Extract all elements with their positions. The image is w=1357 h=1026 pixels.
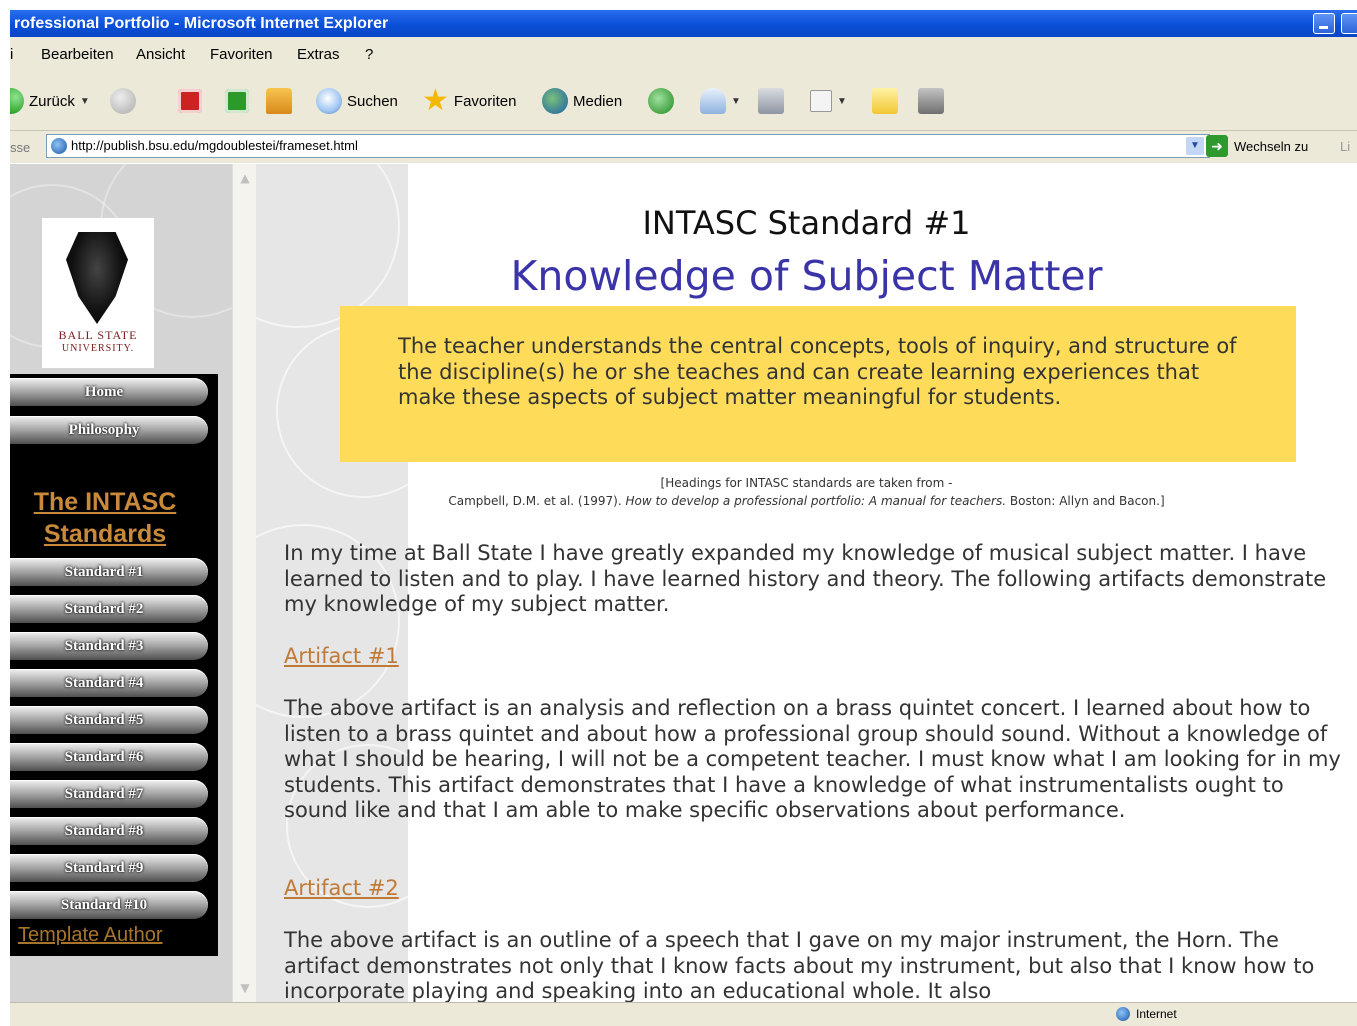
standard-definition: The teacher understands the central conc… xyxy=(398,334,1237,409)
address-bar: sse http://publish.bsu.edu/mgdoublestei/… xyxy=(10,131,1357,163)
logo-line-1: BALL STATE xyxy=(58,328,138,342)
artifact-1-link[interactable]: Artifact #1 xyxy=(284,644,399,668)
minimize-button[interactable] xyxy=(1313,13,1335,34)
media-icon xyxy=(542,88,568,114)
nav-philosophy-button[interactable]: Philosophy xyxy=(10,416,208,444)
nav-standard-4[interactable]: Standard #4 xyxy=(10,669,208,697)
window-title: rofessional Portfolio - Microsoft Intern… xyxy=(14,15,389,32)
stop-button[interactable] xyxy=(178,86,202,116)
nav-standard-7[interactable]: Standard #7 xyxy=(10,780,208,808)
mail-icon xyxy=(700,88,726,114)
search-button[interactable]: Suchen xyxy=(316,86,398,116)
nav-standard-3[interactable]: Standard #3 xyxy=(10,632,208,660)
print-button[interactable] xyxy=(758,86,784,116)
menu-favorites[interactable]: Favoriten xyxy=(210,46,273,63)
star-icon: ★ xyxy=(422,84,449,117)
scroll-down-icon[interactable]: ▼ xyxy=(237,980,253,996)
nav-standard-9[interactable]: Standard #9 xyxy=(10,854,208,882)
go-button[interactable]: Wechseln zu xyxy=(1234,139,1308,154)
chevron-down-icon: ▼ xyxy=(837,95,847,107)
menubar: i Bearbeiten Ansicht Favoriten Extras ? xyxy=(10,37,1357,73)
standard-title: Knowledge of Subject Matter xyxy=(510,252,1103,300)
nav-home-button[interactable]: Home xyxy=(10,378,208,406)
messenger-icon xyxy=(918,88,944,114)
back-button[interactable]: Zurück ▼ xyxy=(10,86,90,116)
page-icon xyxy=(51,138,67,154)
back-arrow-icon xyxy=(10,88,24,114)
nav-section-heading[interactable]: The INTASC Standards xyxy=(10,486,200,550)
menu-view[interactable]: Ansicht xyxy=(136,46,185,63)
messenger-button[interactable] xyxy=(918,86,944,116)
content-frame: INTASC Standard #1 Knowledge of Subject … xyxy=(256,164,1357,1002)
citation-title: How to develop a professional portfolio:… xyxy=(625,494,1007,508)
security-zone: Internet xyxy=(1116,1007,1177,1021)
links-label[interactable]: Li xyxy=(1340,139,1350,154)
folder-icon xyxy=(872,88,898,114)
template-author-link[interactable]: Template Author xyxy=(18,924,163,947)
stop-icon xyxy=(178,89,202,113)
chevron-down-icon: ▼ xyxy=(79,95,90,107)
go-arrow-icon[interactable]: ➜ xyxy=(1206,135,1228,157)
artifact-1-description: The above artifact is an analysis and re… xyxy=(284,696,1341,822)
folder-button[interactable] xyxy=(872,86,898,116)
standard-definition-box: The teacher understands the central conc… xyxy=(340,306,1296,462)
address-label: sse xyxy=(10,140,31,155)
citation-line-1: [Headings for INTASC standards are taken… xyxy=(660,476,953,490)
forward-arrow-icon xyxy=(110,88,136,114)
address-dropdown-button[interactable]: ▼ xyxy=(1186,137,1204,155)
citation-publisher: Boston: Allyn and Bacon.] xyxy=(1009,494,1165,508)
home-button[interactable] xyxy=(266,86,292,116)
nav-standard-1[interactable]: Standard #1 xyxy=(10,558,208,586)
search-icon xyxy=(316,88,342,114)
history-button[interactable] xyxy=(648,86,674,116)
address-input[interactable]: http://publish.bsu.edu/mgdoublestei/fram… xyxy=(46,134,1210,158)
nav-panel: Home Philosophy The INTASC Standards Sta… xyxy=(10,374,218,956)
media-button-label: Medien xyxy=(573,92,623,110)
address-url[interactable]: http://publish.bsu.edu/mgdoublestei/fram… xyxy=(71,138,358,153)
intro-paragraph: In my time at Ball State I have greatly … xyxy=(284,541,1327,616)
menu-tools[interactable]: Extras xyxy=(297,46,340,63)
favorites-button[interactable]: ★ Favoriten xyxy=(422,86,516,116)
nav-standard-6[interactable]: Standard #6 xyxy=(10,743,208,771)
forward-button[interactable] xyxy=(110,86,136,116)
home-icon xyxy=(266,88,292,114)
window-titlebar: rofessional Portfolio - Microsoft Intern… xyxy=(10,10,1357,37)
nav-frame-scrollbar[interactable]: ▲ ▼ xyxy=(232,164,257,1002)
scroll-up-icon[interactable]: ▲ xyxy=(237,170,253,186)
refresh-button[interactable] xyxy=(225,86,249,116)
security-zone-label: Internet xyxy=(1136,1007,1177,1021)
background-ring xyxy=(256,164,400,328)
mail-button[interactable]: ▼ xyxy=(700,86,741,116)
ball-state-logo: BALL STATE UNIVERSITY. xyxy=(42,218,154,368)
citation-line-2: Campbell, D.M. et al. (1997). How to dev… xyxy=(256,494,1357,508)
edit-button[interactable]: ▼ xyxy=(810,86,847,116)
standard-number-heading: INTASC Standard #1 xyxy=(642,204,971,242)
artifact-2-description: The above artifact is an outline of a sp… xyxy=(284,928,1315,1002)
beneficence-crest-icon xyxy=(66,232,128,324)
chevron-down-icon: ▼ xyxy=(731,95,741,107)
nav-standard-5[interactable]: Standard #5 xyxy=(10,706,208,734)
artifact-2-link[interactable]: Artifact #2 xyxy=(284,876,399,900)
refresh-icon xyxy=(225,89,249,113)
back-button-label: Zurück xyxy=(29,92,75,110)
media-button[interactable]: Medien xyxy=(542,86,622,116)
navigation-frame: BALL STATE UNIVERSITY. Home Philosophy T… xyxy=(10,164,240,1002)
printer-icon xyxy=(758,88,784,114)
globe-icon xyxy=(1116,1007,1130,1021)
toolbar: Zurück ▼ Suchen ★ Favoriten Medien ▼ ▼ xyxy=(10,72,1357,131)
nav-standard-2[interactable]: Standard #2 xyxy=(10,595,208,623)
menu-help[interactable]: ? xyxy=(365,46,373,63)
nav-standard-8[interactable]: Standard #8 xyxy=(10,817,208,845)
search-button-label: Suchen xyxy=(347,92,398,110)
nav-standard-10[interactable]: Standard #10 xyxy=(10,891,208,919)
edit-icon xyxy=(810,90,832,112)
menu-edit[interactable]: Bearbeiten xyxy=(41,46,114,63)
maximize-button[interactable] xyxy=(1341,13,1357,34)
menu-file[interactable]: i xyxy=(10,46,13,63)
favorites-button-label: Favoriten xyxy=(453,92,517,110)
logo-line-2: UNIVERSITY. xyxy=(61,343,135,354)
history-icon xyxy=(648,88,674,114)
status-bar: Internet xyxy=(10,1002,1357,1026)
citation-author: Campbell, D.M. et al. (1997). xyxy=(448,494,622,508)
